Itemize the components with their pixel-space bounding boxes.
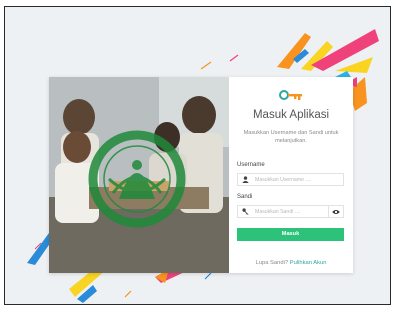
page-background: Masuk Aplikasi Masukkan Username dan San… bbox=[4, 6, 391, 305]
login-subtitle: Masukkan Username dan Sandi untuk melanj… bbox=[243, 130, 339, 144]
username-input[interactable] bbox=[255, 175, 325, 184]
photo-illustration bbox=[49, 77, 229, 273]
deco-line bbox=[204, 272, 212, 280]
page-title: Masuk Aplikasi bbox=[252, 109, 330, 121]
login-card: Masuk Aplikasi Masukkan Username dan San… bbox=[49, 77, 353, 273]
classroom-photo bbox=[49, 77, 229, 273]
submit-button[interactable]: Masuk bbox=[237, 228, 344, 241]
deco-line bbox=[200, 61, 212, 70]
forgot-password: Lupa Sandi? Pulihkan Akun bbox=[229, 260, 353, 266]
eye-icon[interactable] bbox=[328, 206, 343, 217]
user-icon bbox=[238, 174, 252, 185]
key-icon bbox=[279, 90, 302, 100]
recover-account-link[interactable]: Pulihkan Akun bbox=[290, 260, 327, 266]
username-label: Username bbox=[237, 162, 265, 168]
password-input[interactable] bbox=[255, 207, 325, 216]
forgot-password-text: Lupa Sandi? bbox=[255, 260, 289, 266]
key-icon bbox=[238, 206, 252, 217]
password-label: Sandi bbox=[237, 194, 253, 200]
username-field[interactable] bbox=[237, 173, 344, 186]
deco-line bbox=[124, 290, 132, 298]
password-field[interactable] bbox=[237, 205, 344, 218]
deco-line bbox=[229, 54, 239, 62]
login-panel: Masuk Aplikasi Masukkan Username dan San… bbox=[229, 77, 353, 273]
